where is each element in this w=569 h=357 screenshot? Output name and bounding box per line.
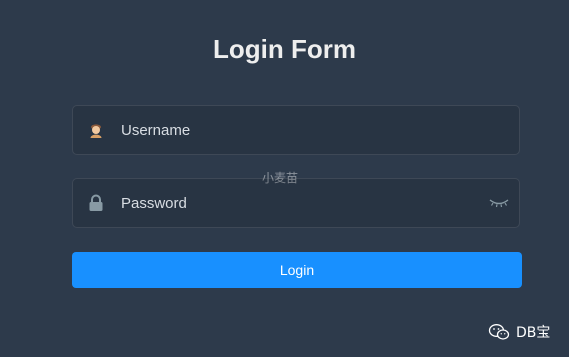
username-field[interactable] (72, 105, 520, 155)
page-title: Login Form (213, 34, 356, 64)
wechat-icon (488, 324, 510, 340)
brand-watermark: DB宝 (488, 321, 550, 343)
user-avatar-icon (90, 124, 102, 138)
password-field[interactable] (72, 178, 520, 228)
brand-text: DB宝 (516, 325, 551, 341)
lock-icon (89, 194, 103, 211)
eye-closed-icon[interactable] (489, 195, 509, 211)
login-button[interactable]: Login (72, 252, 522, 288)
password-input[interactable] (121, 179, 481, 227)
username-input[interactable] (121, 106, 481, 154)
